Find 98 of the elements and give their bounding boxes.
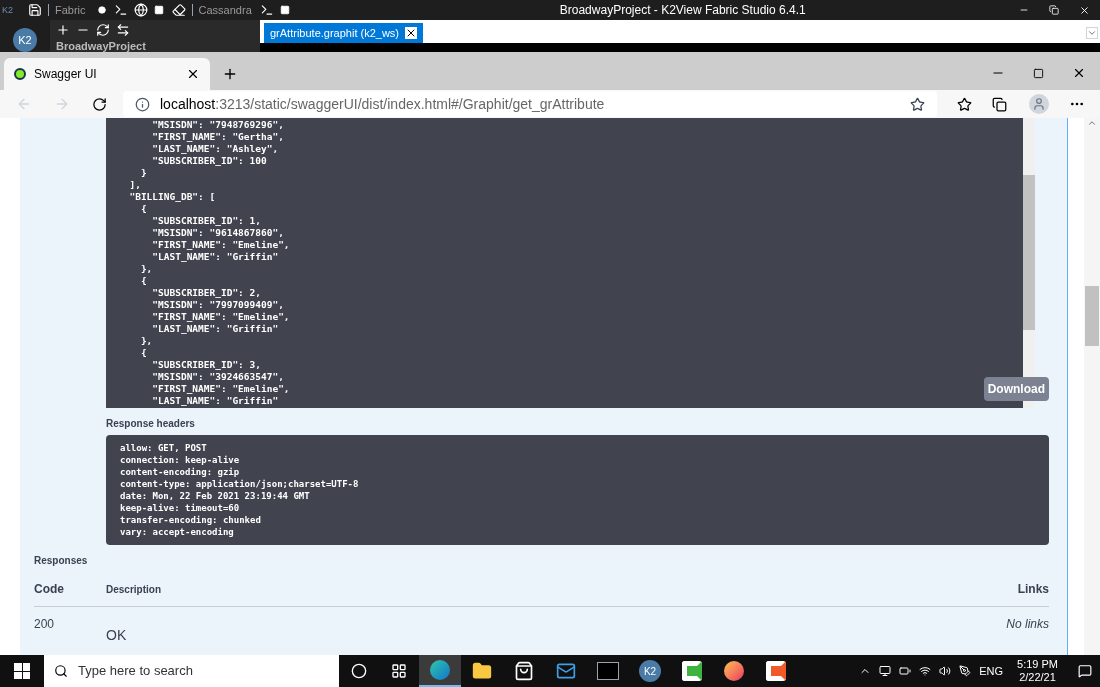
code-line: "SUBSCRIBER_ID": 3,: [151, 359, 261, 371]
column-header: Description: [106, 583, 162, 597]
code-line: "BILLING_DB": [: [128, 191, 216, 203]
header-line: content-encoding: gzip: [120, 466, 240, 478]
code-line: "FIRST_NAME": "Emeline",: [151, 311, 290, 323]
restore-icon[interactable]: [1049, 5, 1059, 15]
pen-icon[interactable]: [959, 665, 972, 677]
code-line: {: [139, 203, 147, 215]
save-icon[interactable]: [28, 3, 42, 17]
table-cell-text: OK: [106, 626, 128, 645]
refresh-icon[interactable]: [96, 23, 110, 37]
terminal-icon: [597, 662, 619, 680]
menu-item[interactable]: Fabric: [55, 1, 86, 19]
cortana-icon[interactable]: [351, 663, 367, 679]
taskbar-app[interactable]: K2: [629, 655, 671, 687]
globe-icon[interactable]: [133, 3, 148, 17]
k2-logo: K2: [2, 5, 14, 15]
code-line: "LAST_NAME": "Griffin": [151, 395, 279, 407]
k2-logo: K2: [13, 28, 37, 52]
new-tab-icon[interactable]: [222, 66, 238, 82]
project-name: BroadwayProject: [55, 40, 147, 52]
maximize-icon[interactable]: [1033, 67, 1044, 79]
close-icon[interactable]: [1072, 66, 1086, 80]
download-button[interactable]: Download: [983, 377, 1049, 401]
menu-item[interactable]: Cassandra: [198, 1, 252, 19]
terminal-icon[interactable]: [113, 3, 128, 17]
header-line: vary: accept-encoding: [120, 526, 234, 538]
network-icon[interactable]: [919, 665, 932, 677]
clock[interactable]: 5:19 PM 2/22/21: [1011, 658, 1064, 684]
table-cell-text: 200: [34, 616, 56, 633]
code-line: "SUBSCRIBER_ID": 2,: [151, 287, 261, 299]
clear-icon[interactable]: [171, 3, 186, 17]
header-line: transfer-encoding: chunked: [120, 514, 261, 526]
code-line: "LAST_NAME": "Griffin": [151, 323, 279, 335]
code-line: "SUBSCRIBER_ID": 100: [151, 155, 267, 167]
profile-avatar[interactable]: [1029, 94, 1049, 114]
code-line: "MSISDN": "9614867860",: [151, 227, 284, 239]
stop-icon[interactable]: [279, 5, 290, 15]
code-line: ],: [128, 179, 141, 191]
search-icon: [54, 664, 68, 678]
store-icon: [514, 661, 534, 681]
stop-icon[interactable]: [153, 5, 164, 15]
code-line: "MSISDN": "7997099409",: [151, 299, 284, 311]
close-icon[interactable]: [405, 27, 417, 39]
task-view-icon[interactable]: [391, 663, 407, 679]
code-line: "LAST_NAME": "Griffin": [151, 251, 279, 263]
add-icon[interactable]: [56, 23, 70, 37]
code-line: "SUBSCRIBER_ID": 1,: [151, 215, 261, 227]
code-line: "MSISDN": "3924663547",: [151, 371, 284, 383]
code-line: "FIRST_NAME": "Gertha",: [151, 131, 284, 143]
terminal-icon[interactable]: [259, 3, 274, 17]
code-line: },: [139, 335, 153, 347]
dot-icon[interactable]: [97, 6, 106, 14]
header-line: keep-alive: timeout=60: [120, 502, 240, 514]
code-line: }: [139, 167, 147, 179]
reload-icon[interactable]: [92, 96, 107, 112]
header-line: allow: GET, POST: [120, 442, 207, 454]
info-icon: [135, 96, 150, 112]
column-header: Links: [1017, 581, 1049, 598]
folder-icon: [472, 661, 492, 681]
editor-tab[interactable]: grAttribute.graphit (k2_ws): [264, 23, 423, 43]
header-line: date: Mon, 22 Feb 2021 23:19:44 GMT: [120, 490, 310, 502]
code-line: "LAST_NAME": "Ashley",: [151, 143, 279, 155]
header-line: content-type: application/json;charset=UTF-8: [120, 478, 359, 490]
browser-icon: [430, 660, 450, 680]
windows-start-icon[interactable]: [14, 663, 30, 679]
notifications-icon[interactable]: [1078, 664, 1092, 678]
square-bracket-app-icon: [766, 661, 786, 681]
swap-icon[interactable]: [116, 23, 130, 37]
scrollbar-thumb: [1085, 286, 1099, 346]
favorites-icon[interactable]: [957, 96, 972, 112]
browser-tab[interactable]: Swagger UI: [4, 58, 210, 90]
code-line: },: [139, 263, 153, 275]
window-title: BroadwayProject - K2View Fabric Studio 6.4.1: [559, 2, 806, 19]
code-line: {: [139, 275, 147, 287]
code-line: "FIRST_NAME": "Emeline",: [151, 383, 290, 395]
language-indicator[interactable]: ENG: [979, 662, 1004, 680]
section-title: Responses: [34, 554, 89, 568]
code-line: "FIRST_NAME": "Emeline",: [151, 239, 290, 251]
code-line: "MSISDN": "7948769296",: [151, 119, 284, 131]
close-icon[interactable]: [186, 67, 200, 81]
code-line: {: [139, 347, 147, 359]
scroll-up-icon[interactable]: [1087, 118, 1097, 128]
mail-icon: [556, 661, 576, 681]
dropdown-icon[interactable]: [1086, 27, 1098, 39]
volume-icon[interactable]: [939, 665, 952, 677]
close-icon[interactable]: [1079, 4, 1090, 16]
column-header: Code: [34, 581, 65, 598]
swagger-icon: [14, 68, 26, 80]
bracket-app-icon: [682, 661, 702, 681]
section-title: Response headers: [106, 417, 196, 431]
favorite-add-icon[interactable]: [910, 96, 925, 112]
table-cell-text: No links: [1006, 616, 1049, 633]
search-field[interactable]: Type here to search: [44, 655, 339, 687]
k2-app-icon: K2: [639, 660, 661, 682]
address-bar[interactable]: localhost:3213/static/swaggerUI/dist/index.html#/Graphit/get_grAttribute: [123, 91, 937, 117]
header-line: connection: keep-alive: [120, 454, 240, 466]
collections-icon[interactable]: [992, 96, 1007, 112]
